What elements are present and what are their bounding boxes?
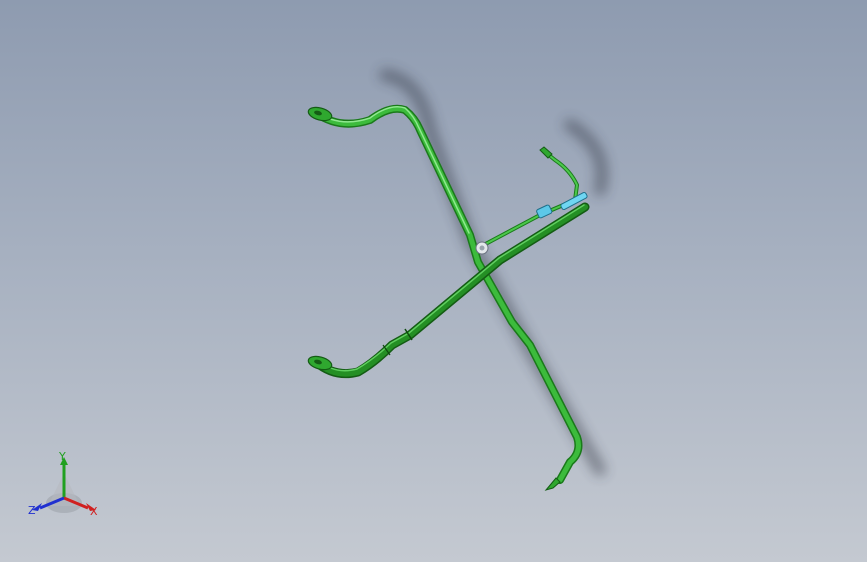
small-branch-pipe[interactable] — [476, 146, 579, 250]
axis-triad: Y X Z — [24, 448, 104, 522]
pipe-assembly-model[interactable] — [0, 0, 867, 562]
pipe-clip[interactable] — [475, 241, 489, 255]
triad-y-label: Y — [59, 450, 66, 463]
graphics-viewport[interactable]: Y X Z — [0, 0, 867, 562]
cross-pipe[interactable] — [311, 202, 590, 379]
flange-bottom-left[interactable] — [307, 354, 333, 372]
triad-x-label: X — [90, 505, 98, 518]
pipe-end-bottom[interactable] — [544, 477, 561, 491]
triad-z-label: Z — [28, 504, 36, 517]
model-shadow — [379, 69, 608, 476]
flange-top-left[interactable] — [307, 105, 333, 123]
